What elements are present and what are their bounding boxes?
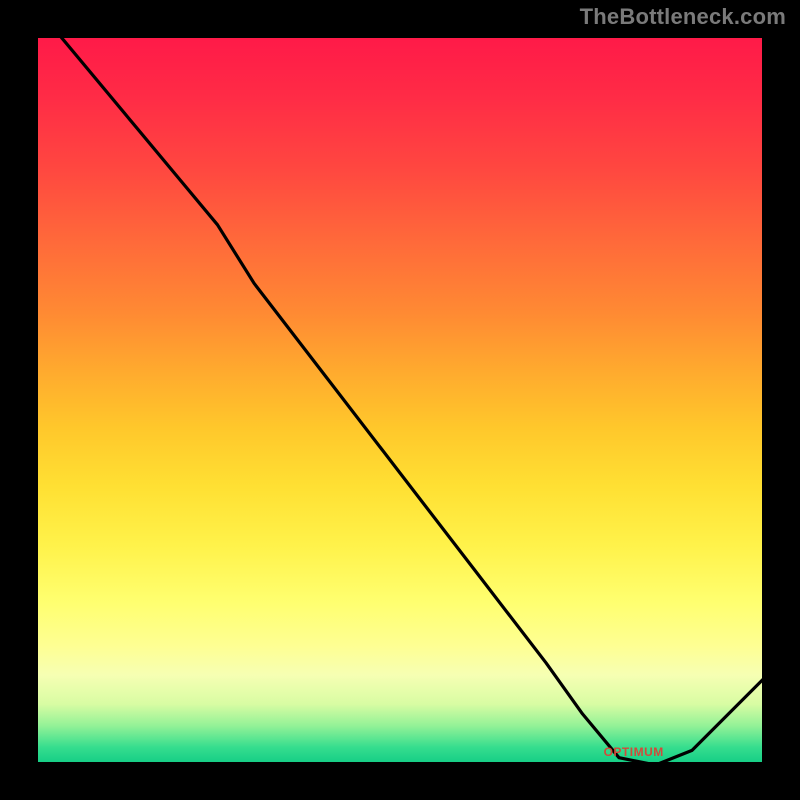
plot-area: OPTIMUM <box>35 35 765 765</box>
optimum-label: OPTIMUM <box>604 745 664 759</box>
gradient-fill <box>38 38 762 762</box>
watermark-text: TheBottleneck.com <box>580 4 786 30</box>
chart-stage: TheBottleneck.com OPTIMUM <box>0 0 800 800</box>
